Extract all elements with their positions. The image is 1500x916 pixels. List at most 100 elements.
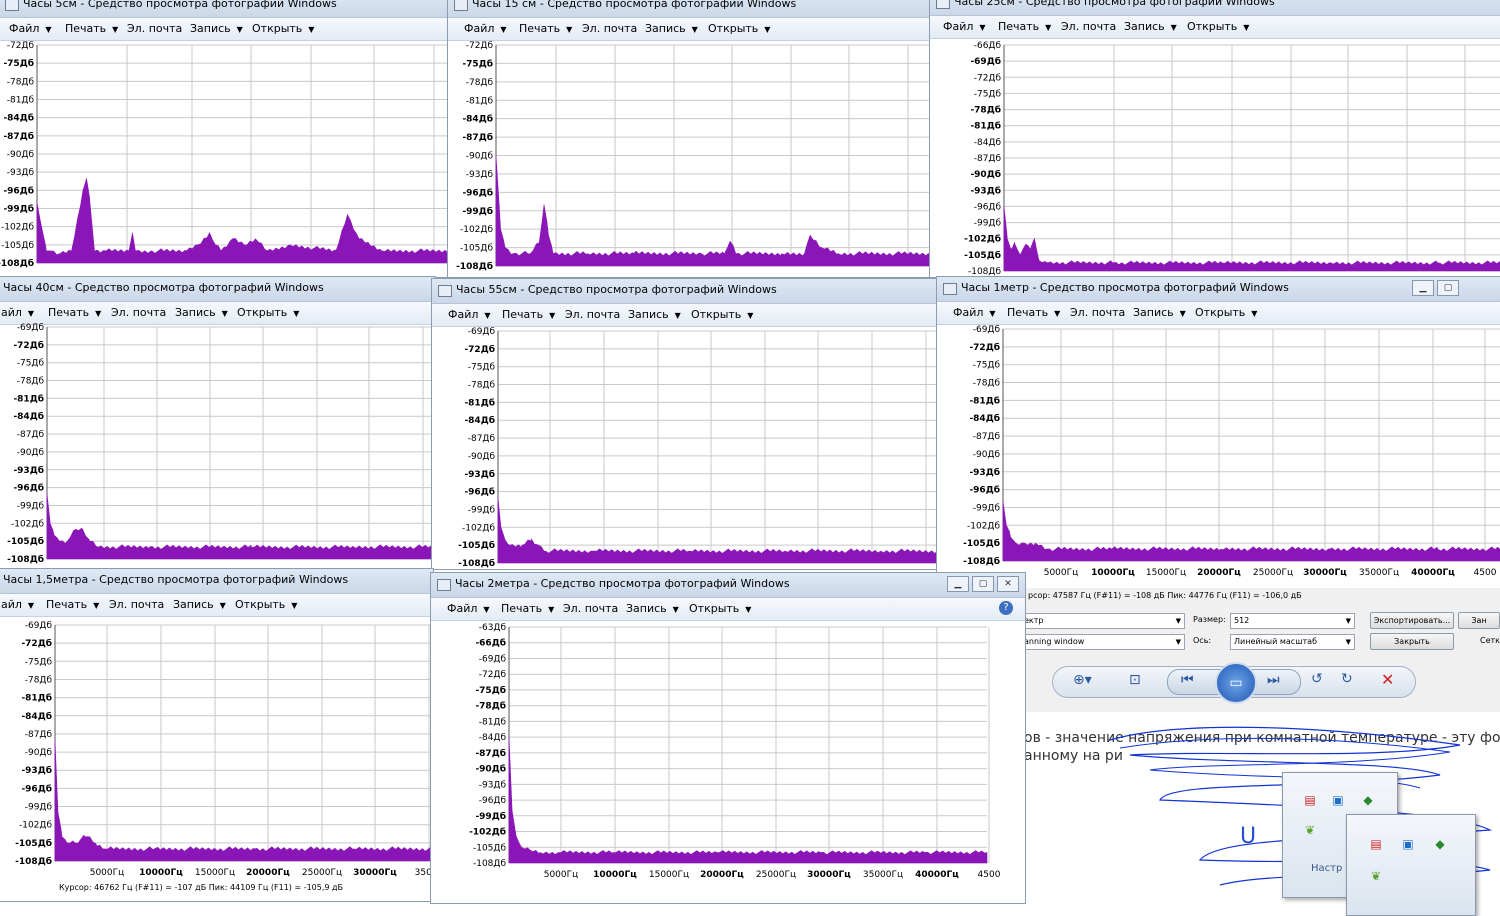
spectrum-chart: -69Дб -72Дб -75Дб -78Дб -81Дб -84Дб -87Дб -90Дб… xyxy=(7,323,435,565)
slideshow-icon[interactable]: ▭ xyxy=(1215,662,1257,704)
tray-settings-link[interactable]: Настр xyxy=(1311,863,1342,874)
status-readout: Курсор: 46762 Гц (F#11) = -107 дБ Пик: 4… xyxy=(59,883,344,892)
delete-icon[interactable]: ✕ xyxy=(1381,670,1394,689)
y-tick-label: -78Дб xyxy=(466,78,494,88)
app-icon[interactable]: ▤ xyxy=(1369,837,1383,851)
y-tick-label: -75Дб xyxy=(974,89,1002,99)
y-tick-label: -81Дб xyxy=(7,96,35,106)
x-tick-label: 35000Гц xyxy=(1359,568,1399,578)
viewer-controls: ⊕▾ ⊡ ⏮ ▭ ⏭ ↺ ↻ ✕ xyxy=(1052,662,1416,704)
y-tick-label: -84Дб xyxy=(479,733,507,743)
x-tick-label: 4500 xyxy=(1474,568,1497,578)
rotate-right-icon[interactable]: ↻ xyxy=(1341,671,1353,687)
x-tick-label: 10000Гц xyxy=(593,870,637,880)
y-tick-label: -84Дб xyxy=(464,415,495,426)
leaf-icon[interactable]: ❦ xyxy=(1303,823,1317,837)
size-select[interactable]: 512 ▼ xyxy=(1230,613,1355,629)
x-tick-label: 20000Гц xyxy=(246,868,290,878)
y-tick-label: -72Дб xyxy=(7,41,35,51)
x-tick-label: 25000Гц xyxy=(1253,568,1293,578)
window-select[interactable]: anning window ▼ xyxy=(1020,634,1185,650)
app-icon[interactable]: ▤ xyxy=(1303,793,1317,807)
next-icon[interactable]: ⏭ xyxy=(1267,672,1280,688)
export-button[interactable]: Экспортировать... xyxy=(1370,612,1454,629)
security-icon[interactable]: ◆ xyxy=(1361,793,1375,807)
y-tick-label: -102Дб xyxy=(967,521,1000,531)
y-tick-label: -93Дб xyxy=(466,170,494,180)
y-tick-label: -69Дб xyxy=(468,327,496,337)
y-tick-label: -90Дб xyxy=(468,452,496,462)
x-tick-label: 15000Гц xyxy=(649,870,689,880)
zoom-button[interactable]: Зан xyxy=(1458,612,1500,629)
y-tick-label: -93Дб xyxy=(479,780,507,790)
y-tick-label: -93Дб xyxy=(21,765,52,776)
y-tick-label: -108Дб xyxy=(7,554,44,565)
leaf-icon[interactable]: ❦ xyxy=(1369,869,1383,883)
window-value: anning window xyxy=(1024,637,1085,646)
y-tick-label: -87Дб xyxy=(974,154,1002,164)
y-tick-label: -72Дб xyxy=(466,41,494,51)
network-icon[interactable]: ▣ xyxy=(1401,837,1415,851)
y-tick-label: -75Дб xyxy=(25,657,53,667)
axis-select[interactable]: Линейный масштаб ▼ xyxy=(1230,634,1355,650)
y-tick-label: -108Дб xyxy=(963,556,1000,567)
spectrum-chart: -66Дб -69Дб -72Дб -75Дб -78Дб -81Дб -84Дб -87Дб… xyxy=(964,41,1500,277)
y-tick-label: -84Дб xyxy=(21,711,52,722)
viewer-window-15cm: Часы 15 см - Средство просмотра фотограф… xyxy=(447,0,931,278)
prev-icon[interactable]: ⏮ xyxy=(1181,672,1194,688)
function-select[interactable]: ектр ▼ xyxy=(1020,613,1185,629)
y-tick-label: -87Дб xyxy=(3,131,34,142)
y-tick-label: -72Дб xyxy=(464,344,495,355)
y-tick-label: -75Дб xyxy=(468,363,496,373)
security-icon[interactable]: ◆ xyxy=(1433,837,1447,851)
y-tick-label: -96Дб xyxy=(3,185,34,196)
viewer-window-1-5m: Часы 1,5метра - Средство просмотра фотог… xyxy=(0,568,434,902)
zoom-icon[interactable]: ⊕▾ xyxy=(1073,672,1092,688)
y-tick-label: -84Дб xyxy=(974,138,1002,148)
size-label: Размер: xyxy=(1193,615,1226,624)
y-tick-label: -87Дб xyxy=(973,432,1001,442)
y-tick-label: -87Дб xyxy=(17,430,45,440)
spectrum-area xyxy=(1002,501,1500,562)
y-tick-label: -96Дб xyxy=(21,783,52,794)
x-tick-label: 25000Гц xyxy=(756,870,796,880)
x-tick-label: 15000Гц xyxy=(195,868,235,878)
y-tick-label: -81Дб xyxy=(466,96,494,106)
dropdown-arrow: ▼ xyxy=(1345,638,1351,646)
y-tick-label: -105Дб xyxy=(7,536,44,547)
y-tick-label: -102Дб xyxy=(460,225,493,235)
y-tick-label: -96Дб xyxy=(969,485,1000,496)
y-tick-label: -87Дб xyxy=(462,132,493,143)
rotate-left-icon[interactable]: ↺ xyxy=(1311,671,1323,687)
x-tick-label: 5000Гц xyxy=(1044,568,1079,578)
spectrum-chart: -63Дб -66Дб -69Дб -72Дб -75Дб -78Дб -81Дб -84Дб… xyxy=(469,623,1001,880)
y-tick-label: -78Дб xyxy=(468,381,496,391)
x-tick-label: 5000Гц xyxy=(90,868,125,878)
y-tick-label: -63Дб xyxy=(479,623,507,633)
formula-text: U xyxy=(1240,824,1257,849)
y-tick-label: -78Дб xyxy=(17,377,45,387)
y-tick-label: -72Дб xyxy=(969,342,1000,353)
y-tick-label: -90Дб xyxy=(475,764,506,775)
y-tick-label: -90Дб xyxy=(7,150,35,160)
close-button[interactable]: Закрыть xyxy=(1370,633,1454,650)
y-tick-label: -105Дб xyxy=(473,843,506,853)
network-icon[interactable]: ▣ xyxy=(1331,793,1345,807)
y-tick-label: -102Дб xyxy=(964,234,1001,245)
y-tick-label: -87Дб xyxy=(468,434,496,444)
spectrum-chart: -69Дб -72Дб -75Дб -78Дб -81Дб -84Дб -87Дб -90Дб… xyxy=(458,327,938,569)
y-tick-label: -99Дб xyxy=(462,206,493,217)
y-tick-label: -66Дб xyxy=(974,41,1002,51)
y-tick-label: -99Дб xyxy=(3,204,34,215)
y-tick-label: -72Дб xyxy=(13,340,44,351)
y-tick-label: -105Дб xyxy=(963,538,1000,549)
y-tick-label: -93Дб xyxy=(7,168,35,178)
y-tick-label: -75Дб xyxy=(973,361,1001,371)
y-tick-label: -102Дб xyxy=(11,519,44,529)
dropdown-arrow: ▼ xyxy=(1175,638,1181,646)
y-tick-label: -99Дб xyxy=(973,503,1001,513)
y-tick-label: -81Дб xyxy=(970,121,1001,132)
y-tick-label: -69Дб xyxy=(17,323,45,333)
spectrum-chart: -72Дб -75Дб -78Дб -81Дб -84Дб -87Дб -90Дб -93Дб… xyxy=(456,41,930,272)
fit-icon[interactable]: ⊡ xyxy=(1129,672,1141,688)
